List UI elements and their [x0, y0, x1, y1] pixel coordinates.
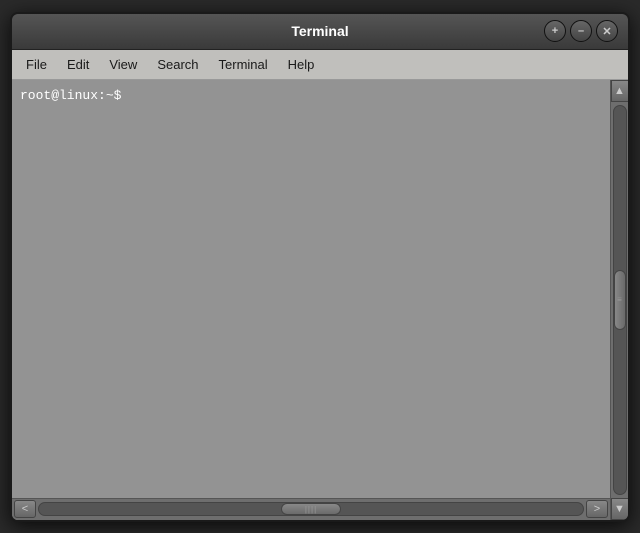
window-title: Terminal — [291, 23, 348, 39]
terminal-window: Terminal + – ✕ File Edit View Search Ter… — [10, 12, 630, 522]
add-button[interactable]: + — [544, 20, 566, 42]
menu-edit[interactable]: Edit — [57, 53, 99, 76]
hscroll-track[interactable]: |||| — [38, 502, 584, 516]
horizontal-scrollbar: < |||| > — [12, 498, 610, 520]
hscroll-thumb[interactable]: |||| — [281, 503, 341, 515]
vscroll-down-arrow[interactable]: ▼ — [611, 498, 629, 520]
hscroll-right-arrow[interactable]: > — [586, 500, 608, 518]
vscroll-thumb[interactable]: ≡ — [614, 270, 626, 330]
close-button[interactable]: ✕ — [596, 20, 618, 42]
menu-bar: File Edit View Search Terminal Help — [12, 50, 628, 80]
window-controls: + – ✕ — [544, 20, 618, 42]
hscroll-left-arrow[interactable]: < — [14, 500, 36, 518]
menu-help[interactable]: Help — [278, 53, 325, 76]
content-area: root@linux:~$ < |||| > ▲ ≡ ▼ — [12, 80, 628, 520]
terminal-prompt: root@linux:~$ — [20, 88, 121, 103]
vscroll-up-arrow[interactable]: ▲ — [611, 80, 629, 102]
vscroll-track[interactable]: ≡ — [613, 105, 627, 495]
terminal-area[interactable]: root@linux:~$ < |||| > — [12, 80, 610, 520]
vertical-scrollbar: ▲ ≡ ▼ — [610, 80, 628, 520]
menu-file[interactable]: File — [16, 53, 57, 76]
menu-search[interactable]: Search — [147, 53, 208, 76]
minimize-button[interactable]: – — [570, 20, 592, 42]
menu-terminal[interactable]: Terminal — [209, 53, 278, 76]
title-bar: Terminal + – ✕ — [12, 14, 628, 50]
menu-view[interactable]: View — [99, 53, 147, 76]
terminal-content[interactable]: root@linux:~$ — [12, 80, 610, 498]
